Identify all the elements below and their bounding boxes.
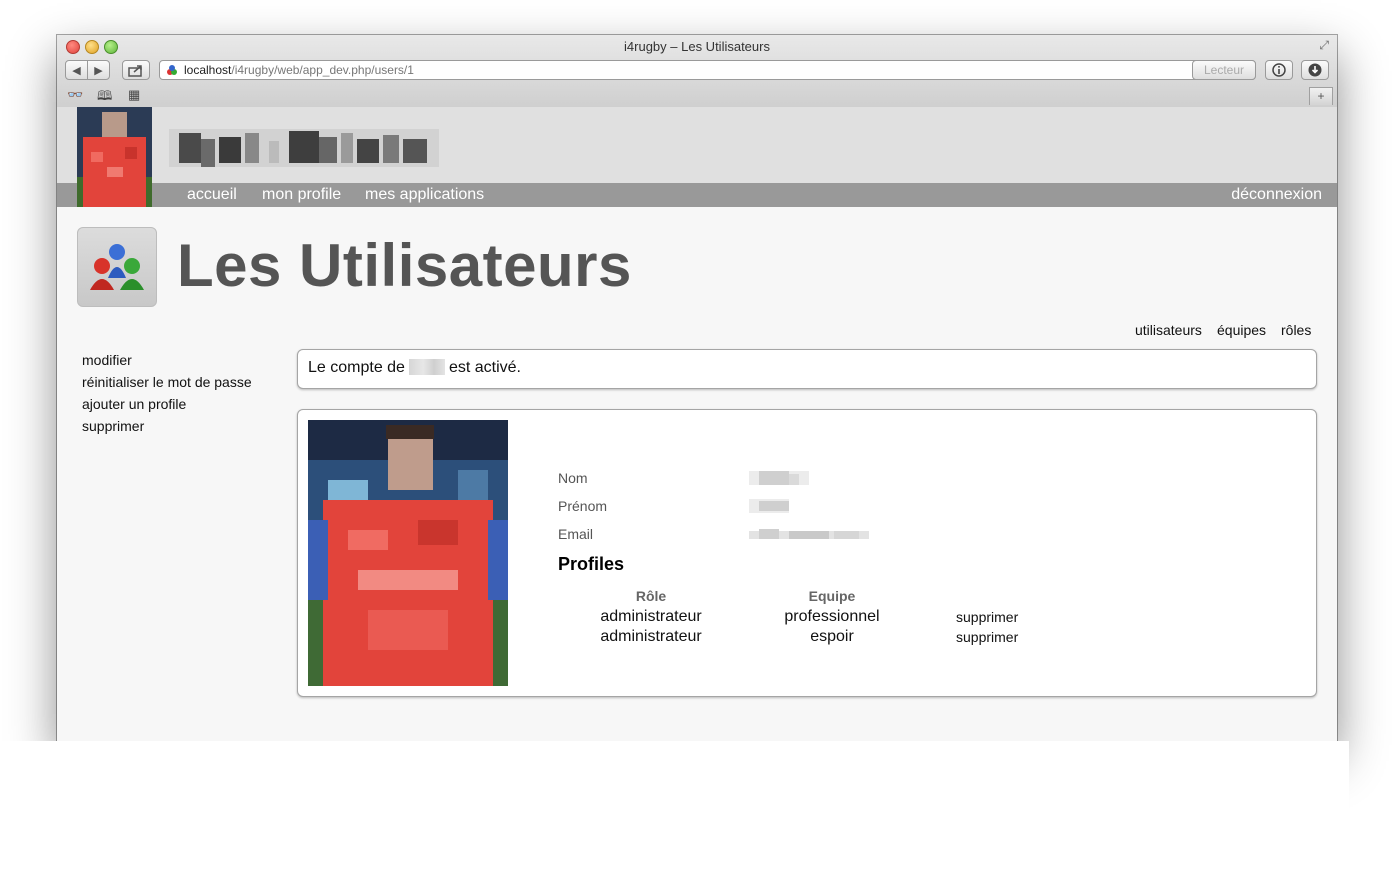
page-bottom-area (0, 741, 1349, 817)
last-name-value (749, 471, 809, 485)
reader-button[interactable]: Lecteur (1192, 60, 1256, 80)
team-column-header: Equipe (808, 588, 856, 604)
role-column-header: Rôle (635, 588, 667, 604)
forward-button[interactable]: ▶ (87, 60, 110, 80)
back-arrow-icon: ◀ (72, 64, 81, 77)
info-icon (1272, 63, 1286, 77)
subnav-teams-link[interactable]: équipes (1217, 322, 1266, 338)
delete-profile-link[interactable]: supprimer (956, 609, 1018, 625)
logout-link[interactable]: déconnexion (1231, 186, 1322, 204)
flash-suffix: est activé. (448, 359, 521, 376)
first-name-label: Prénom (558, 498, 608, 514)
redacted-username (408, 359, 445, 375)
last-name-label: Nom (558, 470, 588, 486)
bookmarks-icon[interactable]: 🕮 (97, 87, 112, 109)
new-tab-button[interactable]: + (1309, 87, 1333, 105)
subnav-users-link[interactable]: utilisateurs (1135, 322, 1202, 338)
url-host: localhost (184, 63, 232, 77)
downloads-button[interactable] (1301, 60, 1329, 80)
avatar[interactable] (77, 107, 152, 207)
subnav-roles-link[interactable]: rôles (1281, 322, 1311, 338)
users-page-icon (77, 227, 157, 307)
profile-row-team: professionnel (784, 608, 880, 625)
profile-row-role: administrateur (600, 608, 702, 625)
address-bar[interactable]: localhost/i4rugby/web/app_dev.php/users/… (159, 60, 1256, 80)
email-value (749, 529, 869, 539)
profile-row-role: administrateur (600, 628, 702, 645)
nav-applications-link[interactable]: mes applications (365, 186, 484, 204)
back-button[interactable]: ◀ (65, 60, 88, 80)
site-favicon-icon (167, 65, 177, 75)
browser-window: i4rugby – Les Utilisateurs ⤢ ◀ ▶ localho… (57, 35, 1337, 741)
nav-profile-link[interactable]: mon profile (262, 186, 341, 204)
delete-profile-link[interactable]: supprimer (956, 629, 1018, 645)
browser-toolbar: i4rugby – Les Utilisateurs ⤢ ◀ ▶ localho… (57, 35, 1337, 108)
download-icon (1308, 63, 1322, 77)
share-icon (128, 64, 142, 77)
reading-list-icon[interactable]: 👓 (67, 87, 83, 103)
first-name-value (749, 499, 789, 513)
sidebar-add-profile-link[interactable]: ajouter un profile (82, 396, 186, 412)
profiles-heading: Profiles (558, 554, 625, 574)
top-sites-icon[interactable]: ▦ (128, 87, 140, 103)
main-nav-bar (57, 183, 1337, 207)
sidebar-reset-password-link[interactable]: réinitialiser le mot de passe (82, 374, 252, 390)
share-button[interactable] (122, 60, 150, 80)
url-path: /i4rugby/web/app_dev.php/users/1 (231, 63, 414, 77)
window-title: i4rugby – Les Utilisateurs (624, 39, 770, 54)
flash-message: Le compte de est activé. (297, 349, 1317, 389)
forward-arrow-icon: ▶ (94, 64, 103, 77)
site-user-name (169, 129, 439, 167)
email-label: Email (558, 526, 594, 542)
sidebar-modify-link[interactable]: modifier (82, 352, 132, 368)
fullscreen-icon[interactable]: ⤢ (1319, 38, 1329, 53)
page-title: Les Utilisateurs (177, 232, 632, 299)
user-photo (308, 420, 508, 686)
info-button[interactable] (1265, 60, 1293, 80)
flash-prefix: Le compte de (308, 359, 405, 376)
profile-row-team: espoir (810, 628, 854, 645)
sidebar-delete-link[interactable]: supprimer (82, 418, 144, 434)
nav-home-link[interactable]: accueil (187, 186, 237, 204)
